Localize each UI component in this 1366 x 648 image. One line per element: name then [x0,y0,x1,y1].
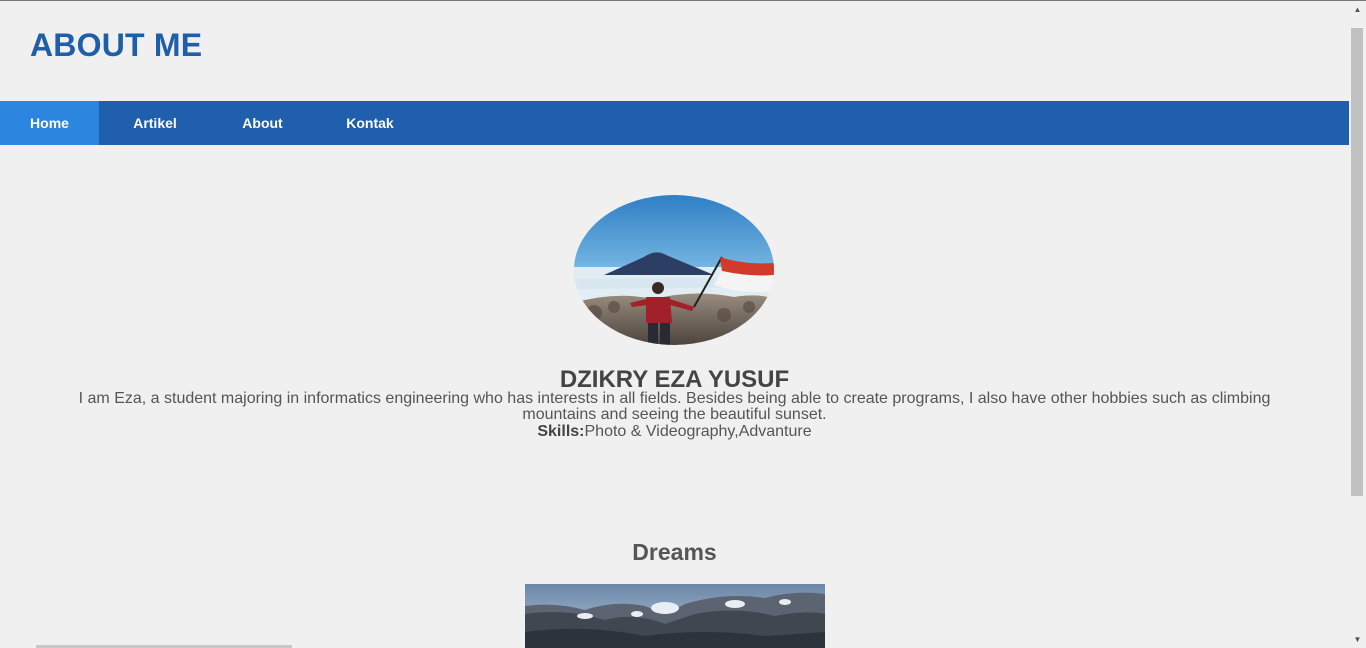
vertical-scrollbar[interactable]: ▲ ▼ [1349,1,1366,648]
triangle-down-icon[interactable]: ▼ [1349,631,1366,648]
dreams-heading: Dreams [632,539,717,565]
mountain-summit-photo [574,195,774,345]
nav-item-artikel[interactable]: Artikel [99,101,211,145]
main-navbar: Home Artikel About Kontak [0,101,1349,145]
page-title: ABOUT ME [30,27,203,63]
nav-item-kontak[interactable]: Kontak [314,101,426,145]
scrollbar-thumb[interactable] [1351,28,1363,496]
skills-label: Skills: [537,423,585,440]
dream-photo [525,584,825,648]
profile-photo [574,195,774,345]
profile-bio: I am Eza, a student majoring in informat… [78,390,1271,423]
page-viewport: ABOUT ME Home Artikel About Kontak DZIKR… [0,1,1349,648]
skills-value: Photo & Videography,Advanture [584,423,812,440]
triangle-up-icon[interactable]: ▲ [1349,1,1366,18]
nav-item-home[interactable]: Home [0,101,99,145]
profile-skills: Skills:Photo & Videography,Advanture [0,424,1349,440]
mountain-crater-photo [525,584,825,648]
nav-item-about[interactable]: About [211,101,314,145]
